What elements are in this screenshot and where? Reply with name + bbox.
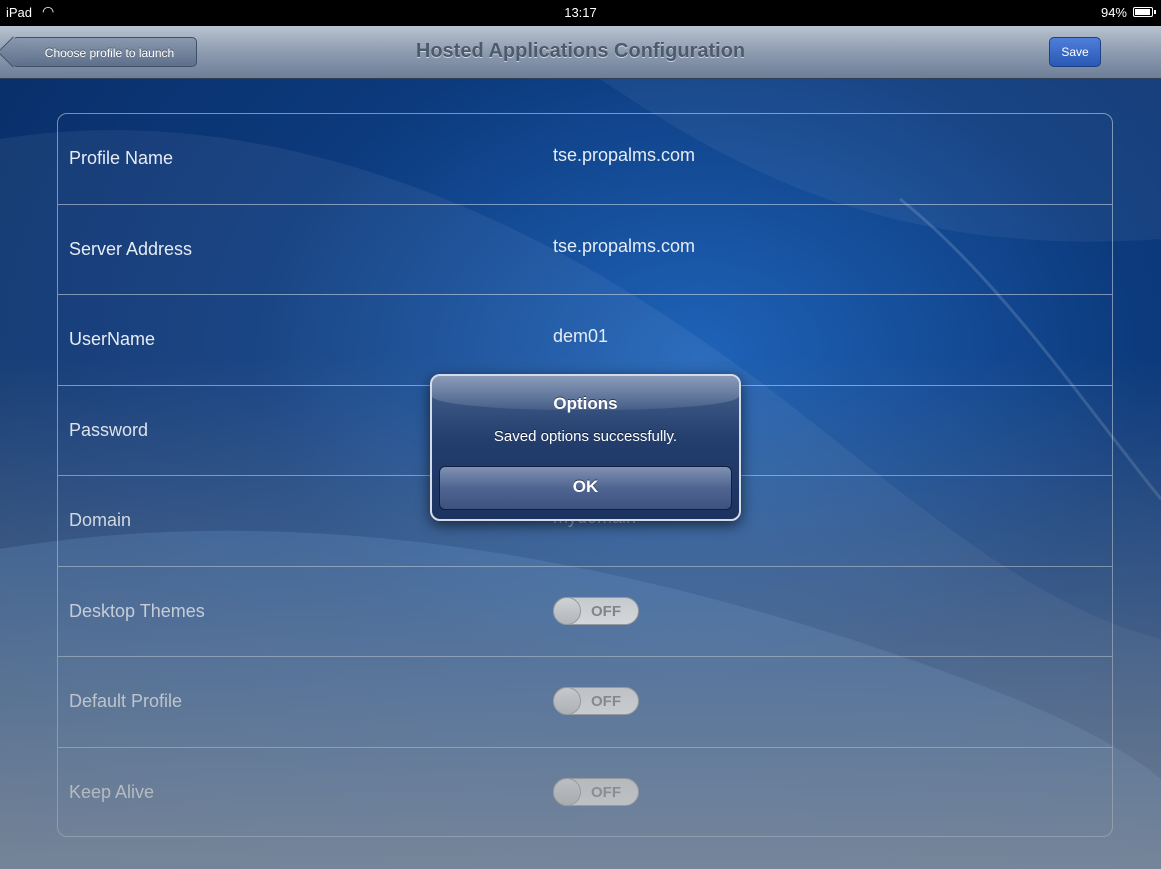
- row-label: UserName: [69, 329, 156, 349]
- row-keep-alive: Keep Alive OFF: [58, 748, 1112, 837]
- clock: 13:17: [564, 5, 597, 20]
- save-button[interactable]: Save: [1049, 37, 1101, 67]
- alert-dialog: Options Saved options successfully. OK: [430, 374, 741, 521]
- row-profile-name[interactable]: Profile Name tse.propalms.com: [58, 114, 1112, 205]
- row-label: Default Profile: [69, 691, 183, 711]
- row-label: Domain: [69, 510, 132, 530]
- status-bar: iPad ◠ 13:17 94%: [0, 0, 1161, 26]
- keep-alive-toggle[interactable]: OFF: [553, 777, 639, 806]
- toggle-state: OFF: [591, 693, 621, 710]
- navigation-bar: Choose profile to launch Hosted Applicat…: [0, 26, 1161, 79]
- battery-icon: [1133, 7, 1156, 17]
- alert-title: Options: [553, 394, 618, 413]
- username-field[interactable]: dem01: [553, 326, 608, 347]
- row-label: Password: [69, 419, 149, 440]
- toggle-knob: [553, 596, 581, 625]
- page-title: Hosted Applications Configuration: [415, 40, 746, 62]
- battery-percentage: 94%: [1100, 5, 1127, 20]
- profile-name-field[interactable]: tse.propalms.com: [553, 145, 695, 166]
- server-address-field[interactable]: tse.propalms.com: [553, 236, 695, 257]
- row-label: Desktop Themes: [69, 600, 205, 621]
- row-server-address[interactable]: Server Address tse.propalms.com: [58, 205, 1112, 295]
- ok-button[interactable]: OK: [439, 466, 732, 510]
- row-desktop-themes: Desktop Themes OFF: [58, 567, 1112, 657]
- row-default-profile: Default Profile OFF: [58, 657, 1112, 748]
- default-profile-toggle[interactable]: OFF: [553, 687, 639, 715]
- toggle-state: OFF: [591, 602, 621, 620]
- desktop-themes-toggle[interactable]: OFF: [553, 596, 639, 625]
- alert-message: Saved options successfully.: [493, 428, 678, 445]
- row-label: Server Address: [69, 238, 193, 259]
- toggle-knob: [553, 777, 581, 806]
- toggle-state: OFF: [591, 783, 621, 801]
- row-username[interactable]: UserName dem01: [58, 295, 1112, 386]
- row-label: Keep Alive: [69, 781, 155, 802]
- toggle-knob: [553, 687, 581, 715]
- row-label: Profile Name: [69, 148, 174, 168]
